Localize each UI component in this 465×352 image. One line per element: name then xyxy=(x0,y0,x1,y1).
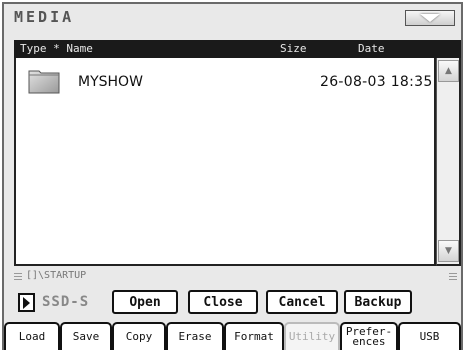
action-row: SSD-S Open Close Cancel Backup xyxy=(14,290,461,316)
tab-bar: Load Save Copy Erase Format Utility Pref… xyxy=(4,322,461,350)
list-item[interactable]: MYSHOW 26-08-03 18:35 xyxy=(16,66,434,94)
tab-erase[interactable]: Erase xyxy=(166,322,224,350)
grip-icon xyxy=(449,273,457,280)
column-type-name[interactable]: Type * Name xyxy=(20,42,93,55)
cancel-button[interactable]: Cancel xyxy=(266,290,338,314)
open-button[interactable]: Open xyxy=(112,290,178,314)
current-path: []\STARTUP xyxy=(26,270,87,281)
chevron-down-icon xyxy=(420,14,440,22)
tab-utility: Utility xyxy=(284,322,340,350)
scroll-up-button[interactable]: ▲ xyxy=(438,60,459,82)
column-header: Type * Name Size Date xyxy=(14,40,461,58)
tab-copy[interactable]: Copy xyxy=(112,322,166,350)
drive-select-button[interactable] xyxy=(18,293,35,312)
header: MEDIA xyxy=(4,4,461,30)
grip-icon xyxy=(14,273,22,280)
tab-load[interactable]: Load xyxy=(4,322,60,350)
scroll-down-button[interactable]: ▼ xyxy=(438,240,459,262)
backup-button[interactable]: Backup xyxy=(344,290,412,314)
play-arrow-icon xyxy=(23,296,30,309)
media-window: MEDIA Type * Name Size Date MYSHOW 26-08… xyxy=(2,2,463,350)
close-button[interactable]: Close xyxy=(188,290,258,314)
tab-usb[interactable]: USB xyxy=(398,322,461,350)
file-name: MYSHOW xyxy=(78,74,143,90)
file-list[interactable]: MYSHOW 26-08-03 18:35 xyxy=(14,58,436,266)
scrollbar[interactable]: ▲ ▼ xyxy=(436,58,461,266)
tab-format[interactable]: Format xyxy=(224,322,284,350)
arrow-up-icon: ▲ xyxy=(445,66,452,76)
drive-label: SSD-S xyxy=(42,294,90,310)
tab-preferences[interactable]: Prefer- ences xyxy=(340,322,398,350)
page-menu-button[interactable] xyxy=(405,10,455,26)
page-title: MEDIA xyxy=(14,8,75,26)
tab-save[interactable]: Save xyxy=(60,322,112,350)
path-bar: []\STARTUP xyxy=(14,270,461,284)
column-size[interactable]: Size xyxy=(280,42,307,55)
arrow-down-icon: ▼ xyxy=(445,246,452,256)
folder-icon xyxy=(28,70,60,94)
column-date[interactable]: Date xyxy=(358,42,385,55)
file-date: 26-08-03 18:35 xyxy=(320,74,433,90)
